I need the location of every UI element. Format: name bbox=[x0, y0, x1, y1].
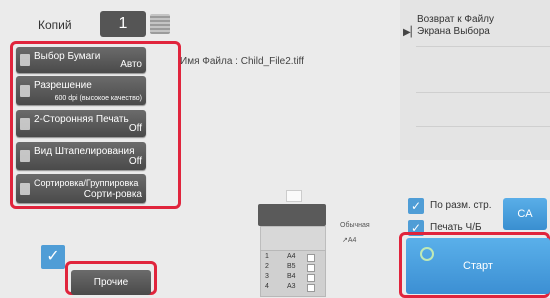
duplex-icon bbox=[20, 118, 30, 130]
printer-middle bbox=[260, 226, 326, 252]
clear-all-button[interactable]: CA bbox=[503, 198, 547, 230]
divider bbox=[416, 46, 550, 47]
tray-number: 1 bbox=[265, 253, 269, 260]
tray-indicator bbox=[307, 264, 315, 272]
tray-row[interactable]: 2 B5 bbox=[265, 263, 317, 272]
printer-trays: 1 A4 2 B5 3 B4 4 A3 bbox=[260, 250, 326, 297]
duplex-print-label: 2-Сторонняя Печать bbox=[34, 114, 129, 125]
fit-to-page-checkbox[interactable]: ✓ bbox=[408, 198, 424, 214]
start-label: Старт bbox=[463, 260, 493, 272]
tray-row[interactable]: 4 A3 bbox=[265, 283, 317, 292]
resolution-icon bbox=[20, 85, 30, 97]
tray-size: B5 bbox=[287, 263, 296, 270]
resolution-button[interactable]: Разрешение 600 dpi (высокое качество) bbox=[16, 76, 146, 105]
checkmark-icon[interactable]: ✓ bbox=[41, 245, 65, 269]
tray-number: 2 bbox=[265, 263, 269, 270]
keypad-icon[interactable] bbox=[150, 14, 170, 34]
resolution-value: 600 dpi (высокое качество) bbox=[54, 95, 142, 102]
return-line-2: Экрана Выбора bbox=[417, 26, 490, 37]
sort-group-button[interactable]: Сортировка/Группировка Сорти-ровка bbox=[16, 174, 146, 203]
sort-icon bbox=[20, 183, 30, 195]
file-name: Имя Файла : Child_File2.tiff bbox=[180, 56, 304, 67]
paper-size-label: ↗A4 bbox=[342, 237, 357, 244]
tray-indicator bbox=[307, 284, 315, 292]
tray-indicator bbox=[307, 254, 315, 262]
sort-group-label: Сортировка/Группировка bbox=[34, 178, 139, 188]
resolution-label: Разрешение bbox=[34, 80, 92, 91]
staple-label: Вид Штапелирования bbox=[34, 146, 135, 157]
sort-group-value: Сорти-ровка bbox=[83, 189, 142, 200]
tray-size: A3 bbox=[287, 283, 296, 290]
tray-row[interactable]: 3 B4 bbox=[265, 273, 317, 282]
tray-number: 3 bbox=[265, 273, 269, 280]
paper-type-label: Обычная bbox=[340, 222, 370, 229]
duplex-print-value: Off bbox=[128, 123, 142, 134]
paper-select-label: Выбор Бумаги bbox=[34, 51, 101, 62]
tray-size: A4 bbox=[287, 253, 296, 260]
tray-indicator bbox=[307, 274, 315, 282]
start-icon bbox=[420, 247, 434, 261]
paper-select-button[interactable]: Выбор Бумаги Авто bbox=[16, 47, 146, 73]
return-line-1: Возврат к Файлу bbox=[417, 14, 495, 25]
copies-label: Копий bbox=[38, 18, 72, 32]
duplex-print-button[interactable]: 2-Сторонняя Печать Off bbox=[16, 110, 146, 137]
start-button[interactable]: Старт bbox=[406, 238, 550, 294]
divider bbox=[416, 126, 550, 127]
tray-number: 4 bbox=[265, 283, 269, 290]
paper-size-value: A4 bbox=[347, 237, 357, 244]
fit-to-page-label: По разм. стр. bbox=[430, 200, 492, 211]
paper-icon bbox=[20, 54, 30, 66]
tray-row[interactable]: 1 A4 bbox=[265, 253, 317, 262]
tray-size: B4 bbox=[287, 273, 296, 280]
divider bbox=[416, 92, 550, 93]
output-paper bbox=[286, 190, 302, 202]
staple-value: Off bbox=[128, 156, 142, 167]
staple-icon bbox=[20, 150, 30, 162]
more-button[interactable]: Прочие bbox=[71, 270, 151, 295]
paper-select-value: Авто bbox=[120, 59, 142, 70]
return-to-file-select-button[interactable]: Возврат к Файлу Экрана Выбора bbox=[417, 14, 537, 38]
printer-top bbox=[258, 204, 326, 226]
copies-count-button[interactable]: 1 bbox=[100, 11, 146, 37]
staple-button[interactable]: Вид Штапелирования Off bbox=[16, 142, 146, 170]
printer-illustration: 1 A4 2 B5 3 B4 4 A3 bbox=[258, 190, 328, 297]
